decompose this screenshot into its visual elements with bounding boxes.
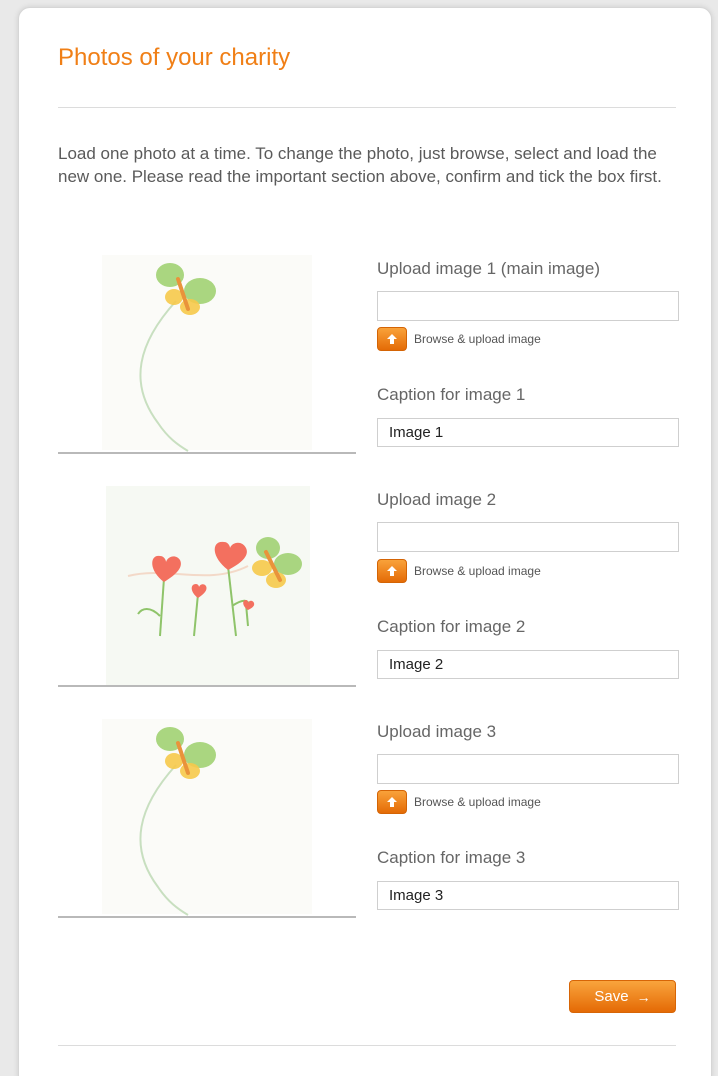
upload-label-3: Upload image 3 (377, 722, 497, 741)
upload-label-1: Upload image 1 (main image) (377, 259, 600, 278)
file-input-3[interactable] (377, 754, 679, 784)
caption-input-3[interactable] (377, 881, 679, 910)
butterfly-illustration (102, 719, 312, 916)
upload-arrow-icon (377, 559, 407, 583)
image-2-thumbnail (58, 486, 356, 687)
browse-upload-label: Browse & upload image (414, 795, 541, 809)
title-divider (58, 107, 676, 108)
caption-label-1: Caption for image 1 (377, 385, 526, 404)
hearts-flowers-illustration (106, 486, 310, 685)
caption-input-2[interactable] (377, 650, 679, 679)
save-button[interactable]: Save → (569, 980, 676, 1013)
upload-arrow-icon (377, 790, 407, 814)
upload-label-2: Upload image 2 (377, 490, 497, 509)
save-label: Save (594, 988, 629, 1005)
butterfly-illustration (102, 255, 312, 452)
file-input-1[interactable] (377, 291, 679, 321)
image-3-thumbnail (58, 717, 356, 918)
browse-upload-button-2[interactable]: Browse & upload image (377, 559, 541, 583)
arrow-right-icon: → (636, 988, 651, 1005)
bottom-divider (58, 1045, 676, 1046)
intro-text: Load one photo at a time. To change the … (58, 144, 662, 186)
file-input-2[interactable] (377, 522, 679, 552)
page-title: Photos of your charity (58, 44, 291, 71)
image-1-thumbnail (58, 253, 356, 454)
upload-arrow-icon (377, 327, 407, 351)
browse-upload-button-1[interactable]: Browse & upload image (377, 327, 541, 351)
caption-label-3: Caption for image 3 (377, 848, 526, 867)
caption-label-2: Caption for image 2 (377, 617, 526, 636)
browse-upload-label: Browse & upload image (414, 564, 541, 578)
caption-input-1[interactable] (377, 418, 679, 447)
browse-upload-button-3[interactable]: Browse & upload image (377, 790, 541, 814)
browse-upload-label: Browse & upload image (414, 332, 541, 346)
